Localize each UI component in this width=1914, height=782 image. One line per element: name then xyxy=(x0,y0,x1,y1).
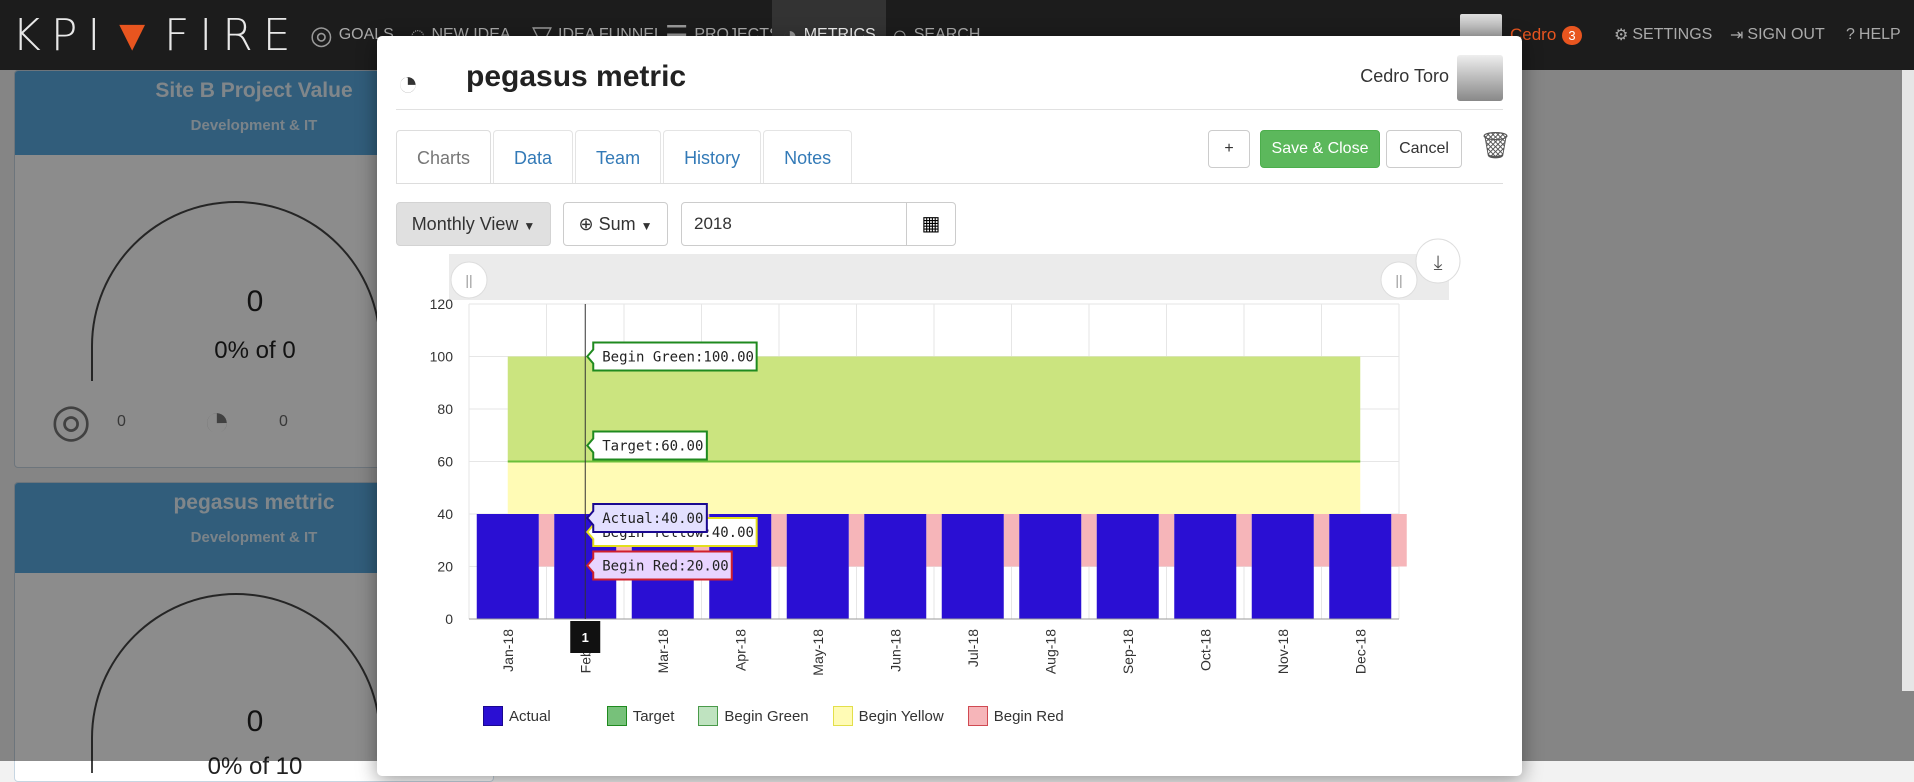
legend-item-begin-yellow[interactable]: Begin Yellow xyxy=(832,706,944,726)
tooltip-label: Begin Red:20.00 xyxy=(602,559,728,575)
y-tick-label: 20 xyxy=(437,559,453,575)
legend-item-target[interactable]: Target xyxy=(606,706,674,726)
gear-icon: ⚙ xyxy=(1614,27,1629,44)
nav-help[interactable]: ? HELP xyxy=(1846,0,1901,70)
actual-bar xyxy=(864,514,927,619)
nav-sign-out[interactable]: ⇥ SIGN OUT xyxy=(1730,0,1825,70)
chart-legend: Actual Target Begin Green Begin Yellow B… xyxy=(483,706,1064,726)
tooltip-label: Target:60.00 xyxy=(602,439,703,455)
legend-item-begin-green[interactable]: Begin Green xyxy=(698,706,809,726)
legend-item-actual[interactable]: Actual xyxy=(483,706,551,726)
actual-bar xyxy=(1251,514,1314,619)
notification-badge: 3 xyxy=(1562,25,1582,45)
y-tick-label: 0 xyxy=(445,611,453,627)
actual-bar xyxy=(1329,514,1392,619)
x-tick-label: Dec-18 xyxy=(1352,629,1368,674)
x-tick-label: Jun-18 xyxy=(887,629,903,672)
x-tick-label: Jul-18 xyxy=(965,629,981,667)
range-handle-right-grip: || xyxy=(1395,272,1402,288)
begin-red-bar xyxy=(771,514,787,567)
begin-red-bar xyxy=(1391,514,1407,567)
begin-red-bar xyxy=(1236,514,1252,567)
x-tick-label: Sep-18 xyxy=(1120,629,1136,674)
actual-bar xyxy=(1174,514,1237,619)
help-icon: ? xyxy=(1846,26,1855,43)
metric-chart: ||||⤓020406080100120Jan-18Feb-18Mar-18Ap… xyxy=(430,238,1461,676)
begin-red-bar xyxy=(1081,514,1097,567)
flame-icon: ▼ xyxy=(110,10,164,61)
y-tick-label: 100 xyxy=(430,349,454,365)
actual-bar xyxy=(941,514,1004,619)
nav-settings[interactable]: ⚙ SETTINGS xyxy=(1614,0,1712,70)
begin-red-bar xyxy=(926,514,942,567)
kpifire-logo[interactable]: KPI▼FIRE xyxy=(12,10,301,61)
actual-bar xyxy=(1096,514,1159,619)
y-tick-label: 120 xyxy=(430,296,454,312)
x-tick-label: Jan-18 xyxy=(500,629,516,672)
range-selector xyxy=(449,254,1449,300)
x-tick-label: Oct-18 xyxy=(1197,629,1213,671)
metric-modal: ◔ pegasus metric Cedro Toro Charts Data … xyxy=(377,36,1522,776)
range-handle-left-grip: || xyxy=(465,272,472,288)
tooltip-label: Begin Green:100.00 xyxy=(602,350,754,366)
y-tick-label: 80 xyxy=(437,401,453,417)
begin-red-bar xyxy=(538,514,555,567)
x-tick-label: May-18 xyxy=(810,629,826,676)
scrollbar[interactable] xyxy=(1902,70,1914,691)
actual-bar xyxy=(1019,514,1082,619)
begin-red-bar xyxy=(1313,514,1330,567)
x-tick-label: Nov-18 xyxy=(1275,629,1291,674)
tooltip-label: Actual:40.00 xyxy=(602,511,703,527)
download-icon: ⤓ xyxy=(1434,252,1443,274)
y-tick-label: 60 xyxy=(437,454,453,470)
x-tick-label: Mar-18 xyxy=(655,629,671,674)
begin-red-bar xyxy=(848,514,865,567)
crosshair-label: 1 xyxy=(582,630,589,645)
compass-icon: ◎ xyxy=(310,19,333,50)
actual-bar xyxy=(476,514,539,619)
x-tick-label: Apr-18 xyxy=(732,629,748,671)
y-tick-label: 40 xyxy=(437,506,453,522)
begin-red-bar xyxy=(1003,514,1020,567)
x-tick-label: Aug-18 xyxy=(1042,629,1058,674)
begin-red-bar xyxy=(1158,514,1175,567)
sign-out-icon: ⇥ xyxy=(1730,27,1744,44)
actual-bar xyxy=(786,514,849,619)
legend-item-begin-red[interactable]: Begin Red xyxy=(967,706,1064,726)
